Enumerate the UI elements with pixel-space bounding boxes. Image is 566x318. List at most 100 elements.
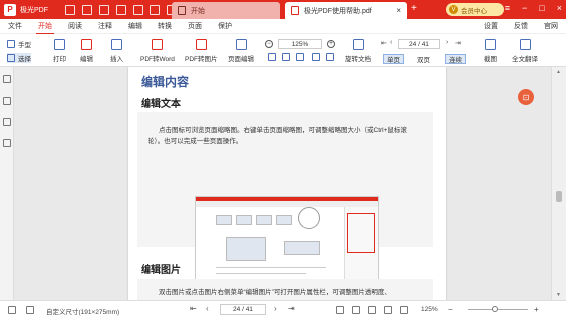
tab-document-label: 极光PDF使用帮助.pdf (304, 7, 372, 15)
edit-icon (81, 39, 92, 50)
menu-settings[interactable]: 设置 (476, 21, 506, 31)
status-first-page-icon[interactable]: ⇤ (190, 304, 197, 313)
menu-feedback[interactable]: 反馈 (506, 21, 536, 31)
fit-page-icon[interactable] (268, 53, 279, 61)
insert-icon (111, 39, 122, 50)
quick-access-toolbar (65, 4, 177, 15)
menu-icon[interactable]: ≡ (505, 3, 510, 13)
scroll-thumb[interactable] (556, 191, 562, 202)
zoom-select[interactable]: 125% (278, 39, 322, 49)
status-page-indicator: 24 / 41 (233, 306, 253, 313)
vertical-scrollbar[interactable]: ▲ ▼ (551, 67, 566, 300)
menu-protect[interactable]: 保护 (210, 21, 240, 31)
tab-home[interactable]: 开始 (172, 2, 280, 19)
zoom-out-icon[interactable]: − (265, 40, 273, 48)
status-zoom-out-icon[interactable]: − (448, 305, 453, 314)
tab-document[interactable]: 极光PDF使用帮助.pdf × (285, 2, 407, 19)
select-tool-button[interactable]: 选择 (7, 53, 31, 63)
menu-start[interactable]: 开始 (30, 21, 60, 35)
sidebar-toggle-icon[interactable] (8, 306, 16, 314)
next-page-icon[interactable]: › (446, 39, 448, 46)
vip-badge-icon: V (449, 5, 458, 14)
single-page-button[interactable]: 单页 (383, 54, 404, 64)
attachments-icon[interactable] (3, 139, 11, 147)
edit-button[interactable]: 编辑 (80, 39, 93, 63)
first-page-icon[interactable]: ⇤ (381, 39, 387, 47)
status-last-page-icon[interactable]: ⇥ (288, 304, 295, 313)
continuous-view-icon[interactable] (368, 306, 376, 314)
print-button[interactable]: 打印 (53, 39, 66, 63)
status-next-page-icon[interactable]: › (274, 304, 277, 313)
status-prev-page-icon[interactable]: ‹ (206, 304, 209, 313)
content-box-2: 双击图片或点击图片右侧菜单“编辑图片”可打开图片属性栏，可调整图片透明度、 (137, 279, 433, 300)
status-zoom-value[interactable]: 125% (421, 306, 438, 313)
translate-button[interactable]: 全文翻译 (512, 39, 538, 63)
last-page-icon[interactable]: ⇥ (455, 39, 461, 47)
rotate-document-button[interactable]: 旋转文档 (345, 39, 371, 63)
double-page-button[interactable]: 双页 (414, 54, 433, 64)
close-tab-icon[interactable]: × (396, 6, 401, 15)
pdf-to-word-button[interactable]: PDF转Word (140, 39, 175, 63)
pdf-file-icon (291, 6, 299, 15)
fullscreen-icon[interactable] (400, 306, 408, 314)
zoom-slider-knob[interactable] (492, 306, 498, 312)
fit-view-icon[interactable] (384, 306, 392, 314)
fit-width-icon[interactable] (282, 53, 293, 61)
single-view-icon[interactable] (336, 306, 344, 314)
window-controls: ≡ − □ × (505, 3, 562, 13)
menu-annotate[interactable]: 注释 (90, 21, 120, 31)
single-page-label: 单页 (387, 57, 400, 64)
scroll-down-icon[interactable]: ▼ (556, 292, 561, 298)
menu-right-group: 设置 反馈 官网 (476, 21, 566, 31)
print-label: 打印 (53, 56, 66, 63)
word-icon (151, 39, 163, 50)
menu-edit[interactable]: 编辑 (120, 21, 150, 31)
prev-page-icon[interactable]: ‹ (390, 39, 392, 46)
image-icon (195, 39, 207, 50)
page-number-input[interactable]: 24 / 41 (398, 39, 440, 49)
save-icon[interactable] (99, 4, 109, 15)
add-tab-button[interactable]: + (411, 3, 417, 14)
screenshot-label: 截图 (484, 56, 497, 63)
menu-page[interactable]: 页面 (180, 21, 210, 31)
document-canvas[interactable]: 编辑内容 编辑文本 点击图标可浏览页面缩略图。右键单击页面缩略图，可调整缩略图大… (15, 67, 551, 300)
menu-website[interactable]: 官网 (536, 21, 566, 31)
status-page-input[interactable]: 24 / 41 (220, 304, 266, 315)
app-name: 极光PDF (20, 6, 48, 14)
content-box: 点击图标可浏览页面缩略图。右键单击页面缩略图，可调整缩略图大小（或Ctrl+鼠标… (137, 112, 433, 289)
insert-button[interactable]: 插入 (110, 39, 123, 63)
minimize-icon[interactable]: − (522, 3, 527, 13)
folder-icon[interactable] (82, 4, 92, 15)
hand-tool-button[interactable]: 手型 (7, 39, 31, 49)
print-icon[interactable] (116, 4, 126, 15)
page-icon[interactable] (26, 306, 34, 314)
redo-icon[interactable] (150, 4, 160, 15)
status-zoom-in-icon[interactable]: + (534, 305, 539, 314)
page-edit-button[interactable]: 页面编辑 (228, 39, 254, 63)
floating-tool-button[interactable]: ⊡ (518, 89, 534, 105)
menu-read[interactable]: 阅读 (60, 21, 90, 31)
pdf-to-image-button[interactable]: PDF转图片 (185, 39, 218, 63)
section-text-edit-image: 双击图片或点击图片右侧菜单“编辑图片”可打开图片属性栏，可调整图片透明度、 (159, 289, 391, 296)
close-window-icon[interactable]: × (557, 3, 562, 13)
scroll-up-icon[interactable]: ▲ (556, 69, 561, 75)
thumbnails-icon[interactable] (3, 97, 11, 105)
page-size-label: 自定义尺寸(191×275mm) (46, 309, 120, 316)
screenshot-button[interactable]: 截图 (484, 39, 497, 63)
rotate-right-icon[interactable] (326, 53, 337, 61)
maximize-icon[interactable]: □ (539, 3, 544, 13)
outline-icon[interactable] (3, 75, 11, 83)
menu-convert[interactable]: 转换 (150, 21, 180, 31)
continuous-button[interactable]: 连续 (445, 54, 466, 64)
zoom-in-icon[interactable]: + (327, 40, 335, 48)
actual-size-icon[interactable] (296, 53, 307, 61)
annotations-icon[interactable] (3, 118, 11, 126)
menu-file[interactable]: 文件 (0, 21, 30, 31)
double-view-icon[interactable] (352, 306, 360, 314)
undo-icon[interactable] (133, 4, 143, 15)
open-file-icon[interactable] (65, 4, 75, 15)
rotate-left-icon[interactable] (312, 53, 323, 61)
vip-center-button[interactable]: V 会员中心 (446, 3, 504, 16)
left-sidebar (0, 67, 14, 300)
zoom-slider[interactable] (468, 306, 528, 312)
